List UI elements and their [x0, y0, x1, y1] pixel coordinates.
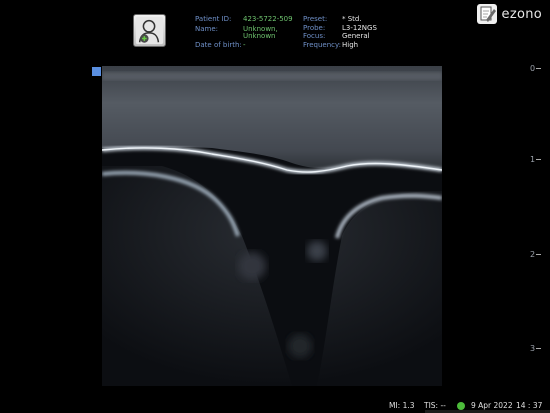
time-readout: 14 : 37: [516, 401, 543, 410]
dob-label: Date of birth:: [195, 41, 242, 49]
mi-readout: MI: 1.3: [389, 401, 415, 410]
patient-icon: [135, 16, 164, 45]
frequency-value[interactable]: High: [342, 41, 358, 49]
depth-tick-0: 0: [530, 64, 550, 74]
name-label: Name:: [195, 25, 219, 33]
dob-value: -: [243, 41, 246, 49]
patient-avatar-button[interactable]: [133, 14, 166, 47]
depth-tick-2: 2: [530, 250, 550, 260]
probe-label: Probe:: [303, 24, 326, 32]
date-readout: 9 Apr 2022: [471, 401, 513, 410]
probe-value: L3-12NGS: [342, 24, 377, 32]
patient-id-label: Patient ID:: [195, 15, 232, 23]
name-value-2: Unknown: [243, 32, 276, 40]
tis-readout: TIS: --: [424, 401, 446, 410]
focus-value[interactable]: General: [342, 32, 370, 40]
frequency-label: Frequency:: [303, 41, 342, 49]
roi-marker[interactable]: [92, 67, 101, 76]
status-bar: MI: 1.3 TIS: -- 9 Apr 2022 14 : 37: [0, 399, 550, 413]
patient-id-value: 423-5722-509: [243, 15, 293, 23]
ultrasound-image[interactable]: [102, 66, 442, 386]
preset-value[interactable]: * Std.: [342, 15, 362, 23]
depth-tick-3: 3: [530, 344, 550, 354]
depth-tick-1: 1: [530, 155, 550, 165]
edit-icon[interactable]: [476, 3, 498, 25]
preset-label: Preset:: [303, 15, 328, 23]
focus-label: Focus:: [303, 32, 326, 40]
ultrasound-frame: [102, 66, 442, 386]
status-ok-icon: [457, 402, 465, 410]
depth-scale: 0 1 2 3: [530, 0, 550, 413]
